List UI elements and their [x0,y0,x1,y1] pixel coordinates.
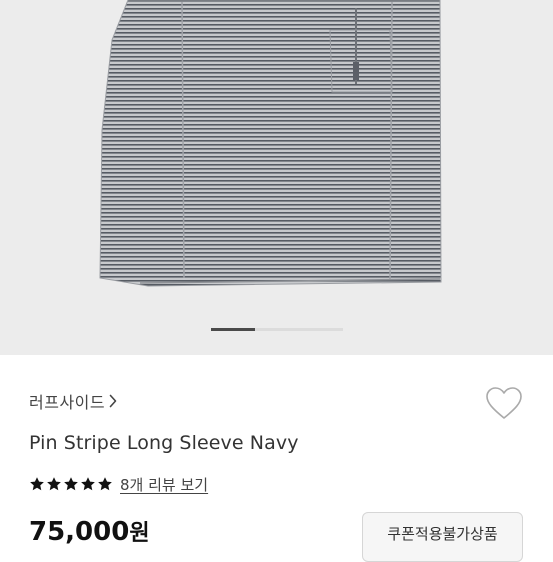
review-link[interactable]: 8개 리뷰 보기 [120,474,208,495]
brand-name: 러프사이드 [29,393,106,412]
indicator-segment [255,328,299,331]
price-unit: 원 [129,521,150,546]
like-button[interactable] [485,386,523,422]
brand-link[interactable]: 러프사이드 [29,389,117,413]
product-image-gallery[interactable] [0,0,553,355]
price-value: 75,000 [29,517,130,547]
product-price: 75,000원 [29,515,150,547]
heart-outline-icon [486,387,522,419]
star-icon [98,477,112,491]
coupon-unavailable-button[interactable]: 쿠폰적용불가상품 [362,512,523,562]
star-icon [47,477,61,491]
star-icon [81,477,95,491]
star-icon [64,477,78,491]
indicator-segment [299,328,343,331]
rating-row: 8개 리뷰 보기 [29,473,208,495]
star-icon [30,477,44,491]
product-title: Pin Stripe Long Sleeve Navy [29,432,299,454]
indicator-segment-active [211,328,255,331]
chevron-right-icon [109,394,117,408]
star-rating [29,476,113,492]
product-image [99,0,442,287]
gallery-indicator [211,328,343,332]
